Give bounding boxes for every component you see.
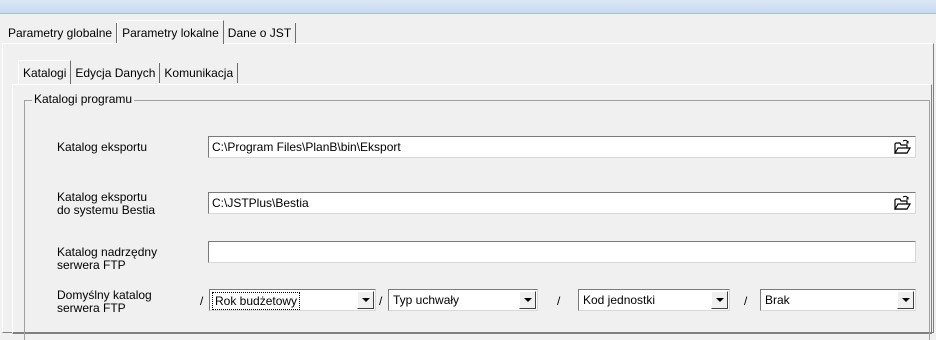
tab-dane-o-jst[interactable]: Dane o JST bbox=[224, 23, 297, 43]
ftp-parent-label-line2: serwera FTP bbox=[57, 258, 126, 272]
dropdown-arrow-icon[interactable] bbox=[519, 291, 536, 309]
path-separator: / bbox=[744, 294, 748, 308]
combo-value: Typ uchwały bbox=[393, 293, 460, 307]
path-separator: / bbox=[379, 294, 383, 308]
inner-tab-strip: Katalogi Edycja Danych Komunikacja bbox=[18, 60, 239, 84]
ftp-default-label: Domyślny katalog serwera FTP bbox=[57, 289, 152, 315]
tab-katalogi[interactable]: Katalogi bbox=[18, 60, 72, 84]
bestia-dir-label: Katalog eksportu do systemu Bestia bbox=[57, 191, 155, 217]
ftp-combo-typ-uchwaly[interactable]: Typ uchwały bbox=[388, 289, 538, 311]
combo-value: Rok budżetowy bbox=[212, 292, 301, 310]
folder-open-icon[interactable] bbox=[893, 139, 911, 155]
ftp-combo-rok-budzetowy[interactable]: Rok budżetowy bbox=[209, 289, 376, 311]
ftp-default-label-line2: serwera FTP bbox=[57, 301, 126, 315]
bestia-dir-field[interactable]: C:\JSTPlus\Bestia bbox=[208, 192, 916, 214]
combo-value: Brak bbox=[765, 293, 790, 307]
bestia-dir-label-line2: do systemu Bestia bbox=[57, 203, 156, 217]
path-separator: / bbox=[557, 294, 561, 308]
combo-value: Kod jednostki bbox=[583, 293, 656, 307]
ftp-combo-kod-jednostki[interactable]: Kod jednostki bbox=[578, 289, 730, 311]
outer-tab-strip: Parametry globalne Parametry lokalne Dan… bbox=[4, 20, 297, 44]
ftp-parent-input[interactable] bbox=[208, 241, 916, 263]
tab-komunikacja[interactable]: Komunikacja bbox=[160, 63, 239, 83]
dropdown-arrow-icon[interactable] bbox=[357, 291, 374, 309]
groupbox-title: Katalogi programu bbox=[32, 92, 135, 106]
tab-parametry-globalne[interactable]: Parametry globalne bbox=[4, 23, 118, 43]
dropdown-arrow-icon[interactable] bbox=[897, 291, 914, 309]
ftp-parent-label: Katalog nadrzędny serwera FTP bbox=[57, 246, 157, 272]
ftp-combo-brak[interactable]: Brak bbox=[760, 289, 916, 311]
tab-parametry-lokalne[interactable]: Parametry lokalne bbox=[117, 20, 224, 44]
window-titlebar bbox=[0, 0, 936, 14]
path-separator: / bbox=[200, 294, 204, 308]
export-dir-label: Katalog eksportu bbox=[57, 140, 148, 154]
tab-edycja-danych[interactable]: Edycja Danych bbox=[71, 63, 161, 83]
bestia-dir-value: C:\JSTPlus\Bestia bbox=[212, 196, 309, 210]
export-dir-field[interactable]: C:\Program Files\PlanB\bin\Eksport bbox=[208, 136, 916, 158]
dropdown-arrow-icon[interactable] bbox=[711, 291, 728, 309]
folder-open-icon[interactable] bbox=[893, 195, 911, 211]
export-dir-value: C:\Program Files\PlanB\bin\Eksport bbox=[212, 140, 401, 154]
